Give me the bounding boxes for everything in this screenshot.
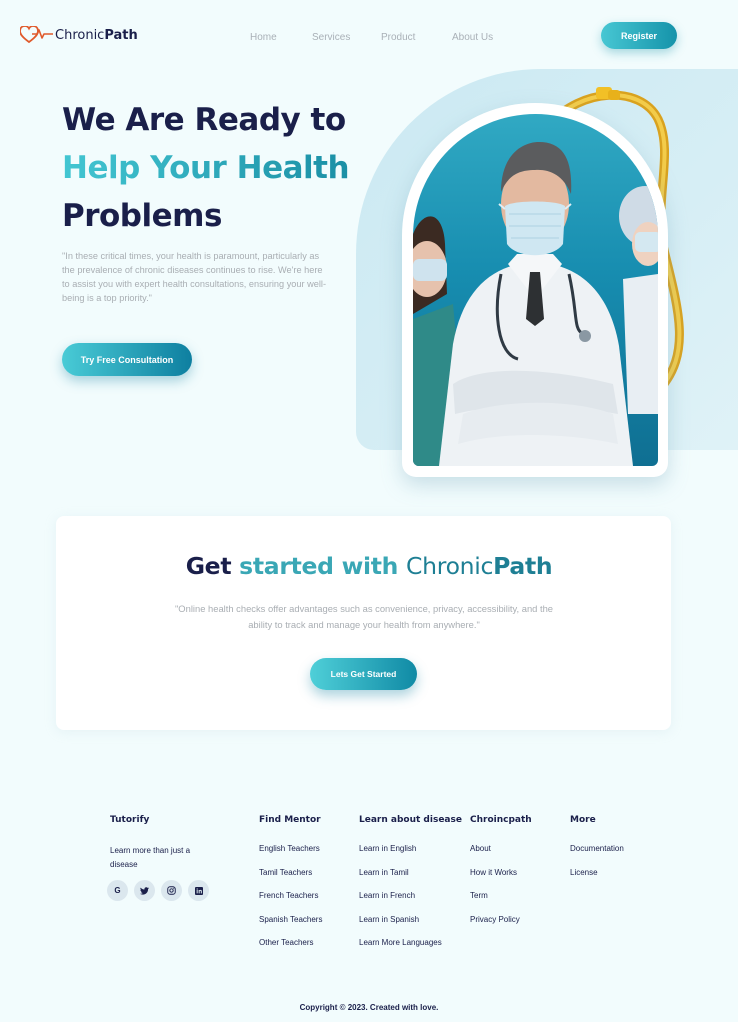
try-free-consultation-button[interactable]: Try Free Consultation bbox=[62, 343, 192, 376]
copyright-text: Copyright © 2023. Created with love. bbox=[299, 1003, 439, 1012]
footer-brand: Tutorify bbox=[110, 815, 149, 827]
footer-link[interactable]: Privacy Policy bbox=[470, 915, 532, 939]
footer-brand-name: Tutorify bbox=[110, 815, 150, 825]
social-links: G bbox=[107, 880, 215, 901]
footer-tagline: Learn more than just a disease bbox=[110, 846, 191, 869]
footer-link[interactable]: Learn in English bbox=[359, 844, 462, 868]
footer-link[interactable]: Tamil Teachers bbox=[259, 868, 322, 892]
footer-col-heading: More bbox=[570, 815, 596, 825]
footer-col-heading: Learn about disease bbox=[359, 815, 462, 825]
get-started-description: "Online health checks offer advantages s… bbox=[174, 603, 554, 630]
logo[interactable]: ChronicPath bbox=[20, 26, 138, 44]
main-nav: Home Services Product About Us bbox=[250, 32, 493, 43]
footer-link[interactable]: Learn in Spanish bbox=[359, 915, 462, 939]
register-button[interactable]: Register bbox=[601, 22, 677, 49]
footer-col-chroincpath: Chroincpath About How it Works Term Priv… bbox=[470, 815, 532, 938]
google-icon[interactable]: G bbox=[107, 880, 128, 901]
hero-description: "In these critical times, your health is… bbox=[62, 251, 327, 303]
nav-home[interactable]: Home bbox=[250, 32, 312, 43]
footer-link[interactable]: Spanish Teachers bbox=[259, 915, 322, 939]
nav-services[interactable]: Services bbox=[312, 32, 381, 43]
footer-link[interactable]: About bbox=[470, 844, 532, 868]
twitter-icon[interactable] bbox=[134, 880, 155, 901]
hero-title-line3: Problems bbox=[62, 198, 222, 234]
footer-link[interactable]: English Teachers bbox=[259, 844, 322, 868]
footer-col-heading: Find Mentor bbox=[259, 815, 321, 825]
footer-link[interactable]: Learn More Languages bbox=[359, 938, 462, 962]
footer-link[interactable]: Term bbox=[470, 891, 532, 915]
footer-link[interactable]: Documentation bbox=[570, 844, 624, 868]
lets-get-started-button[interactable]: Lets Get Started bbox=[310, 658, 417, 690]
get-started-title: Get started with ChronicPath bbox=[185, 552, 553, 580]
hero-title: We Are Ready to Help Your Health Problem… bbox=[62, 96, 350, 240]
footer-col-heading: Chroincpath bbox=[470, 815, 532, 825]
footer-link[interactable]: License bbox=[570, 868, 624, 892]
footer-col-find-mentor: Find Mentor English Teachers Tamil Teach… bbox=[259, 815, 322, 962]
nav-product[interactable]: Product bbox=[381, 32, 452, 43]
footer-link[interactable]: How it Works bbox=[470, 868, 532, 892]
footer-link[interactable]: Learn in French bbox=[359, 891, 462, 915]
hero-title-line1: We Are Ready to bbox=[62, 102, 346, 138]
linkedin-icon[interactable] bbox=[188, 880, 209, 901]
footer-col-more: More Documentation License bbox=[570, 815, 624, 891]
nav-about-us[interactable]: About Us bbox=[452, 32, 493, 43]
hero-title-line2: Help Your Health bbox=[62, 144, 350, 192]
footer-link[interactable]: Learn in Tamil bbox=[359, 868, 462, 892]
heart-pulse-icon bbox=[20, 26, 53, 44]
footer-link[interactable]: Other Teachers bbox=[259, 938, 322, 962]
logo-text: ChronicPath bbox=[55, 27, 138, 43]
footer-col-learn-about-disease: Learn about disease Learn in English Lea… bbox=[359, 815, 462, 962]
footer-link[interactable]: French Teachers bbox=[259, 891, 322, 915]
instagram-icon[interactable] bbox=[161, 880, 182, 901]
doctor-photo bbox=[413, 114, 658, 466]
